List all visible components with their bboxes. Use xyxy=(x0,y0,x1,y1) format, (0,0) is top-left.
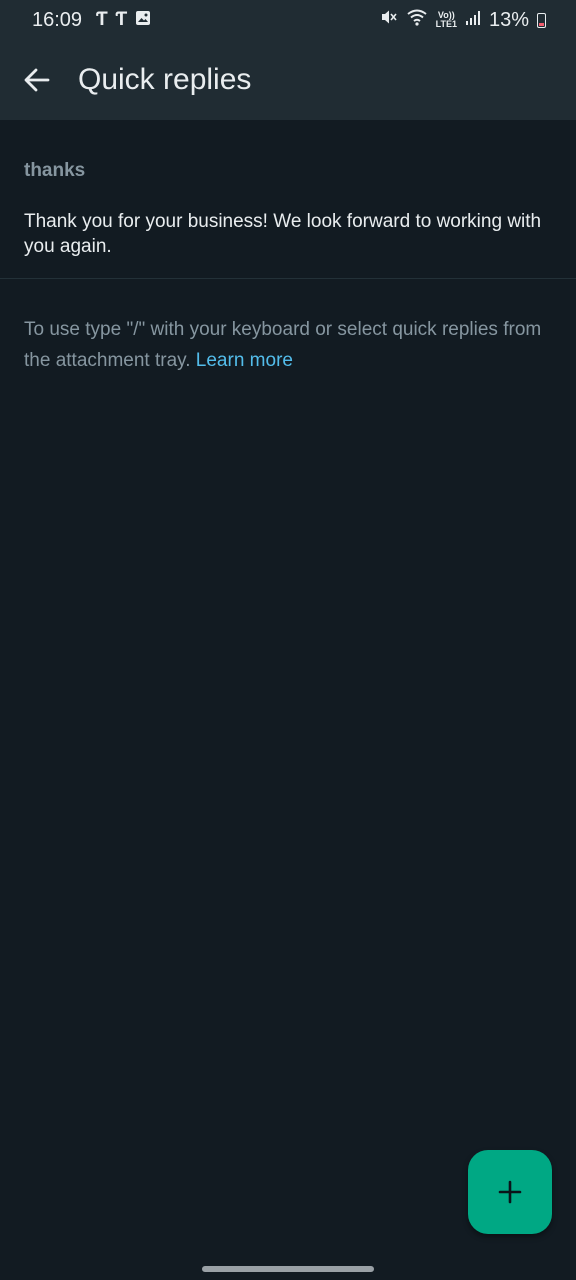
t-app-icon: Ƭ xyxy=(115,9,128,30)
page-title: Quick replies xyxy=(78,63,252,96)
home-gesture-handle[interactable] xyxy=(202,1266,374,1272)
status-bar: 16:09 Ƭ Ƭ Vo)) LTE1 13% xyxy=(0,0,576,40)
battery-icon xyxy=(537,12,546,28)
navigation-bar xyxy=(0,1258,576,1280)
status-time: 16:09 xyxy=(32,8,83,31)
battery-percent: 13% xyxy=(488,8,529,31)
usage-hint: To use type "/" with your keyboard or se… xyxy=(24,314,552,376)
quick-reply-shortcut: thanks xyxy=(24,160,86,181)
quick-reply-item[interactable]: thanks Thank you for your business! We l… xyxy=(0,120,576,279)
wifi-icon xyxy=(406,8,428,32)
gallery-icon xyxy=(135,9,151,32)
plus-icon xyxy=(498,1180,522,1204)
back-arrow-icon xyxy=(24,68,50,92)
t-app-icon: Ƭ xyxy=(96,9,108,30)
mute-icon xyxy=(380,8,398,32)
back-button[interactable] xyxy=(17,60,57,100)
volte-indicator: Vo)) LTE1 xyxy=(436,11,457,29)
status-left: 16:09 Ƭ Ƭ xyxy=(32,9,151,32)
status-right: Vo)) LTE1 13% xyxy=(380,8,546,32)
signal-icon xyxy=(465,9,481,32)
app-bar: Quick replies xyxy=(0,40,576,120)
learn-more-link[interactable]: Learn more xyxy=(196,350,293,371)
screen: 16:09 Ƭ Ƭ Vo)) LTE1 13% Quick replies th… xyxy=(0,0,576,1280)
quick-reply-message: Thank you for your business! We look for… xyxy=(24,211,542,257)
add-quick-reply-button[interactable] xyxy=(468,1150,552,1234)
volte-bottom: LTE1 xyxy=(435,19,457,29)
